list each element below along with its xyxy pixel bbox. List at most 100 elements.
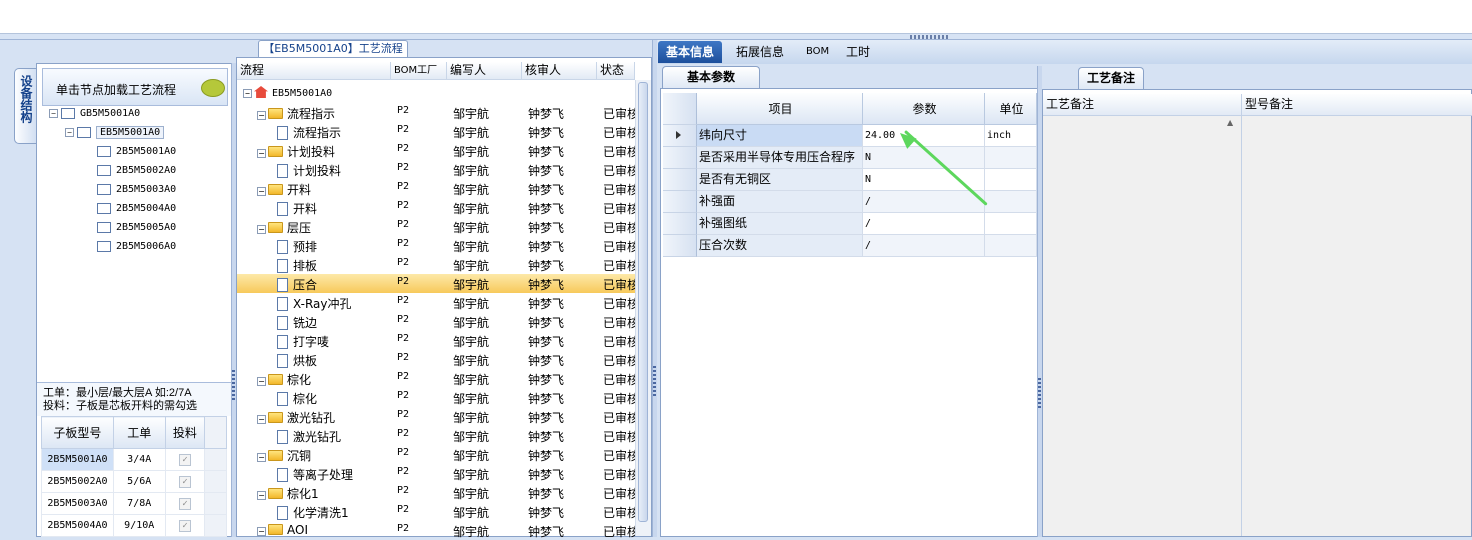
process-row[interactable]: 压合 P2 邹宇航 钟梦飞 已审核: [237, 274, 635, 293]
tree-root-row[interactable]: − EB5M5001A0: [237, 84, 635, 103]
collapse-icon[interactable]: −: [257, 111, 266, 120]
feed-checkbox[interactable]: ✓: [164, 448, 206, 471]
subboard-row[interactable]: 2B5M5004A0 9/10A ✓: [41, 514, 227, 537]
feed-checkbox[interactable]: ✓: [164, 470, 206, 493]
row-indicator[interactable]: [663, 169, 697, 191]
feed-checkbox[interactable]: ✓: [164, 492, 206, 515]
splitter-grip-icon[interactable]: [232, 370, 235, 400]
work-order[interactable]: 3/4A: [112, 448, 166, 471]
col-header-unit[interactable]: 单位: [985, 93, 1037, 125]
tab-work-hours[interactable]: 工时: [838, 41, 878, 63]
process-row[interactable]: − 流程指示 P2 邹宇航 钟梦飞 已审核: [237, 103, 635, 122]
feed-checkbox[interactable]: ✓: [164, 514, 206, 537]
tab-basic-params[interactable]: 基本参数: [662, 66, 760, 88]
row-indicator[interactable]: [663, 213, 697, 235]
param-row[interactable]: 压合次数 /: [663, 235, 1037, 257]
process-row[interactable]: − 棕化 P2 邹宇航 钟梦飞 已审核: [237, 369, 635, 388]
process-row[interactable]: 计划投料 P2 邹宇航 钟梦飞 已审核: [237, 160, 635, 179]
tab-process-remarks[interactable]: 工艺备注: [1078, 67, 1144, 89]
param-unit[interactable]: [985, 235, 1037, 257]
param-unit[interactable]: [985, 169, 1037, 191]
process-row[interactable]: 排板 P2 邹宇航 钟梦飞 已审核: [237, 255, 635, 274]
tree-node[interactable]: − GB5M5001A0: [49, 104, 140, 122]
process-row[interactable]: 打字唛 P2 邹宇航 钟梦飞 已审核: [237, 331, 635, 350]
col-header-bom[interactable]: BOM工厂: [391, 62, 447, 80]
col-header-param[interactable]: 参数: [863, 93, 985, 125]
col-header-model[interactable]: 子板型号: [41, 416, 114, 449]
row-indicator[interactable]: [663, 235, 697, 257]
splitter-grip-icon[interactable]: [910, 35, 950, 39]
param-value[interactable]: /: [863, 213, 985, 235]
collapse-icon[interactable]: −: [257, 527, 266, 536]
tab-basic-info[interactable]: 基本信息: [658, 41, 723, 63]
work-order[interactable]: 7/8A: [112, 492, 166, 515]
param-row[interactable]: 是否采用半导体专用压合程序 N: [663, 147, 1037, 169]
param-value[interactable]: /: [863, 191, 985, 213]
process-row[interactable]: 等离子处理 P2 邹宇航 钟梦飞 已审核: [237, 464, 635, 483]
process-row[interactable]: − AOI P2 邹宇航 钟梦飞 已审核: [237, 521, 635, 540]
collapse-icon[interactable]: −: [257, 491, 266, 500]
process-row[interactable]: 激光钻孔 P2 邹宇航 钟梦飞 已审核: [237, 426, 635, 445]
param-row[interactable]: 是否有无铜区 N: [663, 169, 1037, 191]
process-row[interactable]: 化学清洗1 P2 邹宇航 钟梦飞 已审核: [237, 502, 635, 521]
collapse-icon[interactable]: −: [257, 187, 266, 196]
tree-node[interactable]: 2B5M5005A0: [97, 218, 176, 236]
param-unit[interactable]: [985, 191, 1037, 213]
process-row[interactable]: 预排 P2 邹宇航 钟梦飞 已审核: [237, 236, 635, 255]
process-remark-textarea[interactable]: [1043, 116, 1242, 536]
model-remark-textarea[interactable]: [1242, 116, 1471, 536]
scroll-up-icon[interactable]: ▲: [1227, 118, 1239, 130]
tab-extended-info[interactable]: 拓展信息: [728, 41, 792, 63]
param-value[interactable]: /: [863, 235, 985, 257]
param-unit[interactable]: inch: [985, 125, 1037, 147]
collapse-icon[interactable]: −: [257, 149, 266, 158]
work-order[interactable]: 5/6A: [112, 470, 166, 493]
splitter-grip-icon[interactable]: [653, 366, 656, 396]
col-header-feed[interactable]: 投料: [164, 416, 206, 449]
row-indicator[interactable]: [663, 125, 697, 147]
process-row[interactable]: − 棕化1 P2 邹宇航 钟梦飞 已审核: [237, 483, 635, 502]
tab-device-structure[interactable]: 设备结构: [14, 68, 36, 144]
param-unit[interactable]: [985, 213, 1037, 235]
collapse-icon[interactable]: −: [257, 377, 266, 386]
scrollbar-thumb[interactable]: [638, 82, 648, 522]
param-row[interactable]: 纬向尺寸 24.00 inch: [663, 125, 1037, 147]
col-header-order[interactable]: 工单: [112, 416, 166, 449]
collapse-icon[interactable]: −: [65, 127, 74, 137]
tree-node[interactable]: − EB5M5001A0: [65, 123, 165, 141]
collapse-icon[interactable]: −: [257, 415, 266, 424]
param-row[interactable]: 补强图纸 /: [663, 213, 1037, 235]
col-header-reviewer[interactable]: 核审人: [522, 62, 597, 80]
param-unit[interactable]: [985, 147, 1037, 169]
subboard-row[interactable]: 2B5M5002A0 5/6A ✓: [41, 470, 227, 493]
collapse-icon[interactable]: −: [243, 89, 252, 98]
splitter-grip-icon[interactable]: [1038, 378, 1041, 408]
collapse-icon[interactable]: −: [257, 453, 266, 462]
collapse-icon[interactable]: −: [49, 108, 58, 118]
tree-node[interactable]: 2B5M5003A0: [97, 180, 176, 198]
col-header-item[interactable]: 项目: [697, 93, 863, 125]
subboard-row[interactable]: 2B5M5003A0 7/8A ✓: [41, 492, 227, 515]
process-row[interactable]: − 激光钻孔 P2 邹宇航 钟梦飞 已审核: [237, 407, 635, 426]
middle-vertical-splitter[interactable]: [652, 40, 657, 537]
row-indicator[interactable]: [663, 147, 697, 169]
tree-node[interactable]: 2B5M5001A0: [97, 142, 176, 160]
tree-node[interactable]: 2B5M5004A0: [97, 199, 176, 217]
col-header-writer[interactable]: 编写人: [447, 62, 522, 80]
process-row[interactable]: X-Ray冲孔 P2 邹宇航 钟梦飞 已审核: [237, 293, 635, 312]
process-row[interactable]: 棕化 P2 邹宇航 钟梦飞 已审核: [237, 388, 635, 407]
tree-node[interactable]: 2B5M5006A0: [97, 237, 176, 255]
param-value[interactable]: 24.00: [863, 125, 985, 147]
tree-node[interactable]: 2B5M5002A0: [97, 161, 176, 179]
process-row[interactable]: − 开料 P2 邹宇航 钟梦飞 已审核: [237, 179, 635, 198]
col-header-flow[interactable]: 流程: [237, 62, 391, 80]
process-row[interactable]: − 计划投料 P2 邹宇航 钟梦飞 已审核: [237, 141, 635, 160]
collapse-icon[interactable]: −: [257, 225, 266, 234]
tab-bom[interactable]: BOM: [798, 41, 837, 63]
process-row[interactable]: 流程指示 P2 邹宇航 钟梦飞 已审核: [237, 122, 635, 141]
process-row[interactable]: 开料 P2 邹宇航 钟梦飞 已审核: [237, 198, 635, 217]
work-order[interactable]: 9/10A: [112, 514, 166, 537]
process-row[interactable]: − 沉铜 P2 邹宇航 钟梦飞 已审核: [237, 445, 635, 464]
row-indicator[interactable]: [663, 191, 697, 213]
process-row[interactable]: − 层压 P2 邹宇航 钟梦飞 已审核: [237, 217, 635, 236]
